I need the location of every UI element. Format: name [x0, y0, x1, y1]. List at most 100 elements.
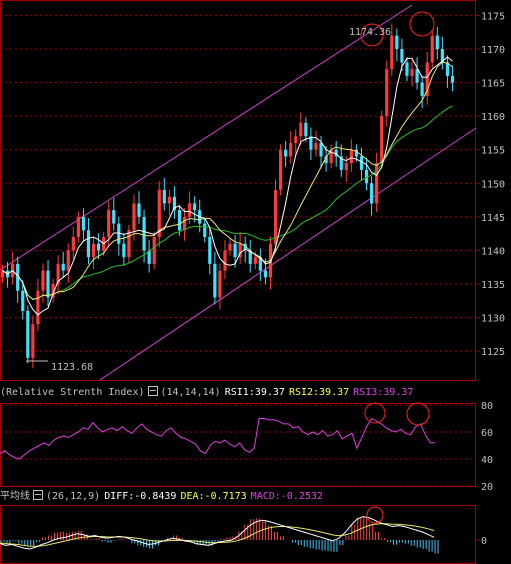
trend-channel	[0, 4, 477, 381]
rsi-panel: 80 60 40 20	[0, 401, 493, 493]
rsi-line	[0, 417, 436, 460]
candle-body	[223, 250, 227, 271]
candle-body	[187, 203, 192, 217]
price-tick-label: 1145	[481, 213, 505, 224]
candle-body	[314, 143, 318, 150]
candle-body	[430, 35, 434, 63]
rsi-frame	[0, 403, 476, 487]
rsi3-value: RSI3:39.37	[353, 387, 414, 398]
diff-value: DIFF:-0.8439	[104, 491, 177, 502]
candle-body	[46, 270, 50, 298]
candle-body	[193, 203, 197, 211]
candle-body	[319, 143, 323, 157]
candle-body	[142, 216, 146, 251]
price-tick-label: 1165	[481, 79, 505, 90]
price-tick-label: 1175	[481, 11, 505, 22]
candle-body	[263, 270, 268, 278]
price-panel: 1175 1170 1165 1160 1155 1150 1145 1140 1135 1130…	[0, 0, 505, 381]
rsi-collapse-button[interactable]	[147, 386, 158, 396]
candle-body	[294, 136, 298, 143]
candle-body	[162, 190, 166, 204]
candle-body	[96, 243, 101, 251]
rsi-title: (Relative Strenth Index)	[0, 387, 145, 398]
macd-tick-label: 0	[481, 536, 487, 547]
candle-body	[208, 237, 212, 264]
rsi-header: (Relative Strenth Index) (14,14,14) RSI1:3…	[0, 385, 413, 399]
candle-body	[203, 223, 207, 237]
candle-body	[304, 122, 308, 137]
candle-body	[167, 196, 171, 204]
rsi-tick-label: 20	[481, 482, 493, 493]
candle-body	[132, 203, 136, 231]
candle-body	[410, 69, 414, 76]
candle-body	[91, 243, 96, 258]
candle-body	[127, 230, 131, 258]
candle-body	[76, 216, 80, 237]
price-tick-label: 1140	[481, 246, 505, 257]
candle-body	[420, 82, 424, 96]
rsi-params: (14,14,14)	[160, 387, 221, 398]
ma-mid-line	[2, 61, 453, 300]
macd-axis: 0	[476, 536, 487, 547]
price-tick-label: 1130	[481, 314, 505, 325]
candle-body	[253, 257, 257, 264]
rsi2-value: RSI2:39.37	[288, 387, 350, 398]
candle-body	[137, 203, 141, 217]
macd-title: 平均线	[0, 491, 30, 502]
dea-value: DEA:-0.7173	[180, 491, 247, 502]
price-gridlines	[0, 14, 476, 352]
candle-body	[86, 230, 91, 258]
price-tick-label: 1170	[481, 45, 505, 56]
candle-body	[299, 122, 303, 137]
price-tick-label: 1160	[481, 112, 505, 123]
channel-lower-line	[99, 127, 477, 381]
candle-body	[61, 263, 65, 271]
candle-body	[284, 149, 288, 157]
rsi-tick-label: 60	[481, 428, 493, 439]
candle-body	[122, 243, 126, 258]
candle-body	[435, 35, 439, 49]
candle-body	[278, 149, 283, 190]
candle-body	[41, 270, 45, 291]
low-price-label: 1123.68	[51, 362, 93, 373]
rsi-gridlines	[0, 404, 476, 487]
rsi-tick-label: 40	[481, 455, 493, 466]
macd-collapse-button[interactable]	[33, 490, 43, 500]
price-frame	[0, 0, 476, 381]
candle-body	[400, 49, 404, 63]
candle-body	[344, 163, 348, 170]
price-tick-label: 1150	[481, 179, 505, 190]
macd-params: (26,12,9)	[46, 491, 101, 502]
candle-body	[289, 143, 293, 157]
candle-body	[273, 190, 278, 244]
candle-body	[390, 35, 394, 70]
candle-body	[71, 237, 75, 251]
candle-body	[152, 237, 156, 264]
chart-canvas: 1175 1170 1165 1160 1155 1150 1145 1140 1135 1130…	[0, 0, 505, 564]
macd-value: MACD:-0.2532	[250, 491, 323, 502]
candlesticks	[0, 23, 455, 369]
high-price-label: 1174.36	[349, 27, 391, 38]
candle-body	[233, 243, 237, 258]
candle-body	[66, 250, 70, 271]
price-tick-label: 1125	[481, 347, 505, 358]
candle-body	[450, 75, 455, 83]
candle-body	[395, 35, 399, 49]
candle-body	[26, 310, 30, 358]
candle-body	[81, 216, 86, 231]
macd-header: 平均线 (26,12,9) DIFF:-0.8439 DEA:-0.7173 MACD:…	[0, 489, 323, 503]
candle-body	[107, 210, 111, 237]
candle-body	[349, 149, 353, 164]
candle-body	[380, 116, 384, 164]
candle-body	[182, 216, 187, 231]
price-tick-label: 1155	[481, 146, 505, 157]
candle-body	[415, 69, 419, 83]
price-axis: 1175 1170 1165 1160 1155 1150 1145 1140 1135 1130…	[476, 11, 505, 358]
ma-short-line	[2, 56, 453, 316]
candle-body	[385, 69, 389, 117]
macd-panel: 0	[0, 505, 487, 564]
dif-line	[0, 516, 435, 550]
candle-body	[369, 183, 374, 204]
candle-body	[31, 324, 35, 358]
candle-body	[359, 156, 364, 170]
